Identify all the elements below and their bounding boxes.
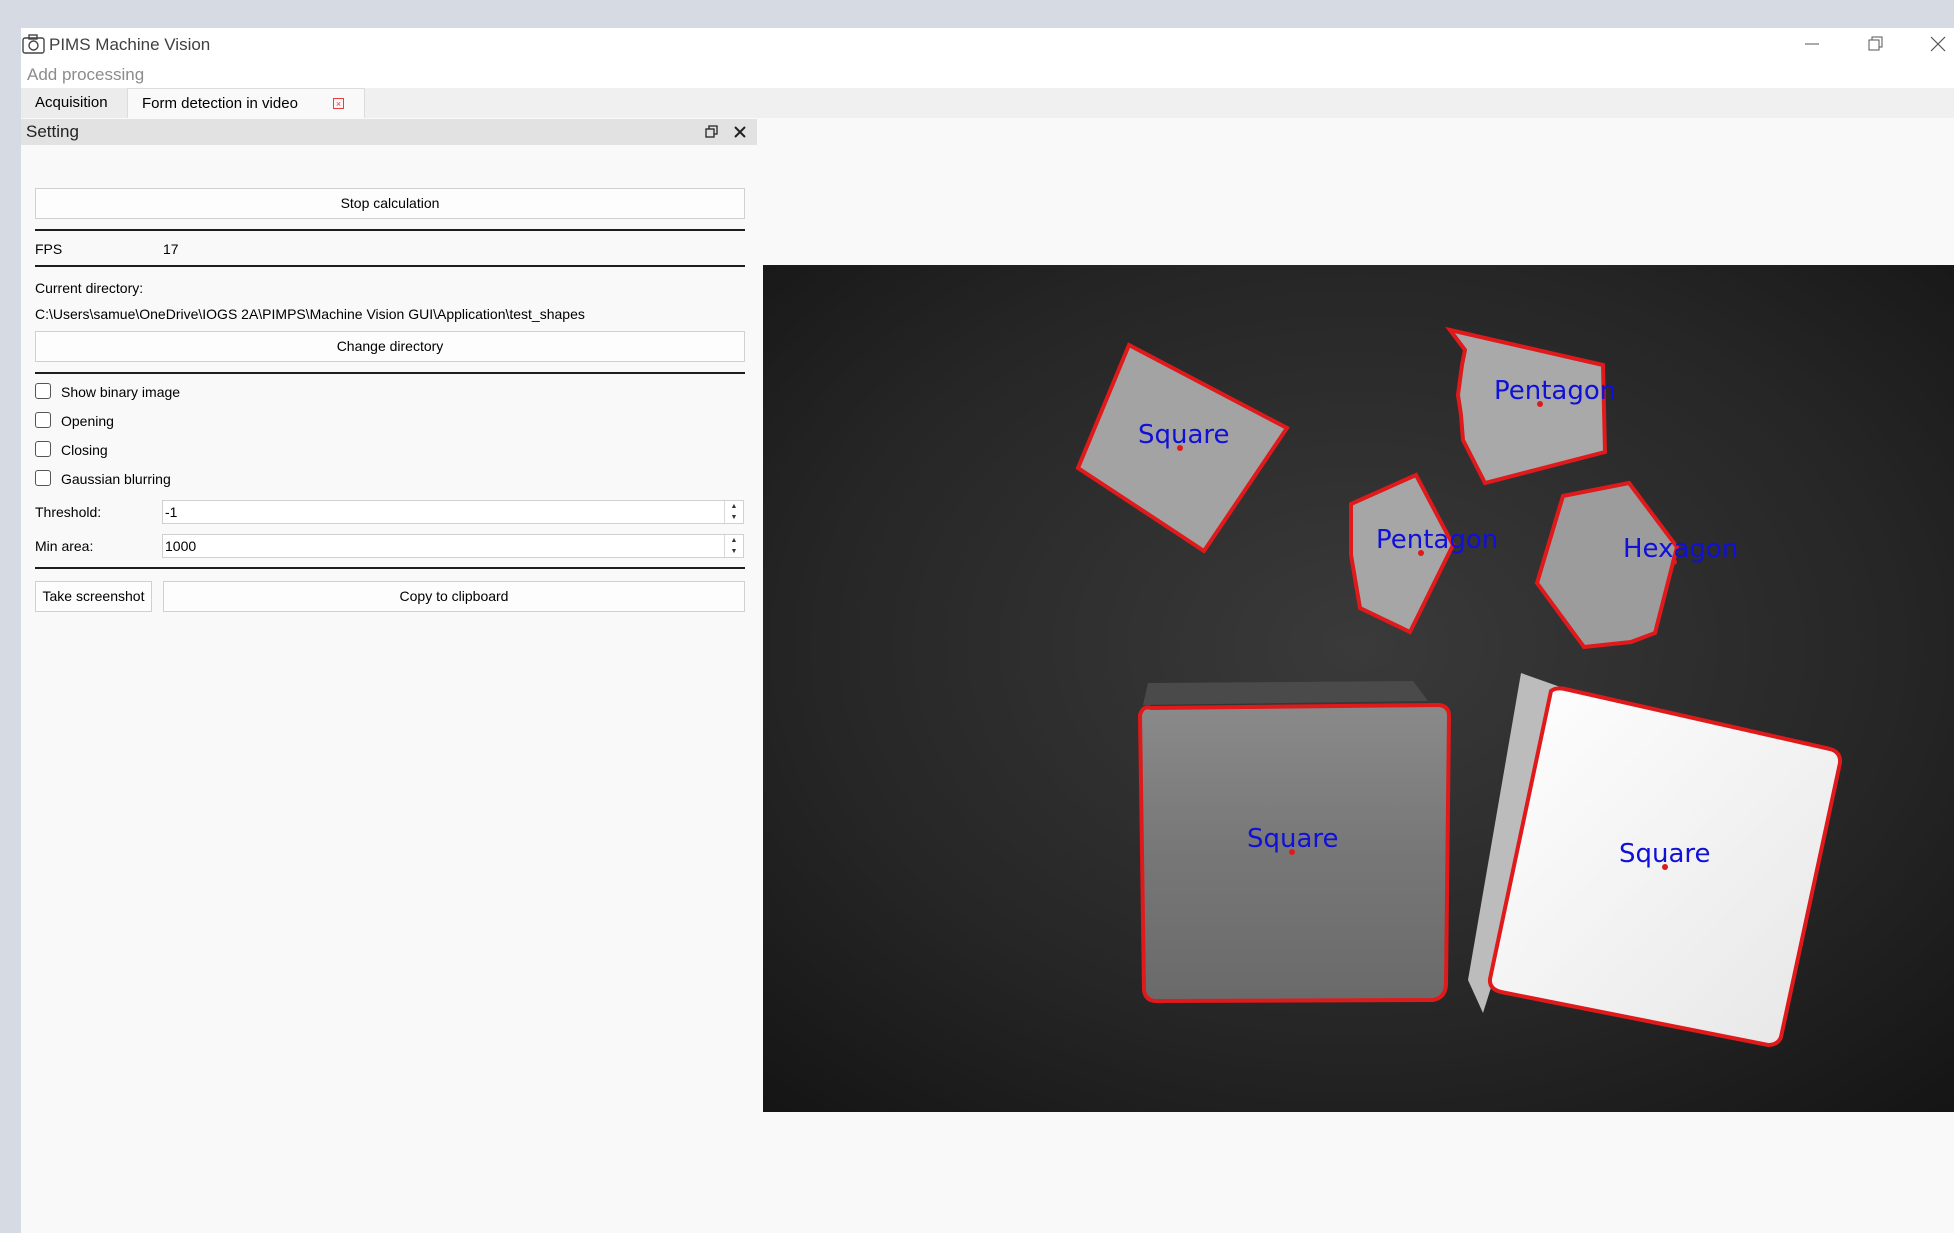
checkbox-label: Closing bbox=[61, 442, 108, 458]
divider bbox=[35, 567, 745, 569]
tab-close-icon[interactable]: × bbox=[333, 98, 344, 109]
close-panel-icon[interactable] bbox=[733, 125, 747, 139]
camera-icon bbox=[22, 34, 45, 54]
checkbox-box[interactable] bbox=[35, 470, 51, 486]
minimize-icon[interactable] bbox=[1801, 33, 1823, 55]
detection-label: Square bbox=[1247, 824, 1339, 854]
divider bbox=[35, 265, 745, 267]
detection-label: Pentagon bbox=[1494, 376, 1616, 406]
min-area-value[interactable]: 1000 bbox=[165, 538, 196, 554]
tab-label: Acquisition bbox=[35, 94, 108, 111]
divider bbox=[35, 372, 745, 374]
threshold-spinbox[interactable]: -1 ▲ ▼ bbox=[162, 500, 744, 524]
tab-label: Form detection in video bbox=[142, 95, 298, 112]
stop-calculation-button[interactable]: Stop calculation bbox=[35, 188, 745, 219]
spin-down-icon[interactable]: ▼ bbox=[725, 546, 743, 557]
directory-label: Current directory: bbox=[35, 280, 144, 296]
threshold-label: Threshold: bbox=[35, 504, 102, 520]
tab-acquisition[interactable]: Acquisition bbox=[21, 88, 127, 118]
min-area-label: Min area: bbox=[35, 538, 94, 554]
spin-up-icon[interactable]: ▲ bbox=[725, 501, 743, 512]
menu-add-processing[interactable]: Add processing bbox=[27, 65, 144, 85]
checkbox-label: Show binary image bbox=[61, 384, 181, 400]
change-directory-button[interactable]: Change directory bbox=[35, 331, 745, 362]
tab-form-detection[interactable]: Form detection in video × bbox=[127, 88, 365, 118]
panel-title: Setting bbox=[26, 122, 79, 141]
window-title: PIMS Machine Vision bbox=[49, 35, 211, 54]
min-area-spinbox[interactable]: 1000 ▲ ▼ bbox=[162, 534, 744, 558]
directory-path: C:\Users\samue\OneDrive\IOGS 2A\PIMPS\Ma… bbox=[35, 306, 585, 322]
fps-value: 17 bbox=[163, 241, 179, 257]
checkbox-box[interactable] bbox=[35, 383, 51, 399]
spin-buttons: ▲ ▼ bbox=[724, 535, 743, 557]
take-screenshot-button[interactable]: Take screenshot bbox=[35, 581, 152, 612]
divider bbox=[35, 229, 745, 231]
checkbox-box[interactable] bbox=[35, 412, 51, 428]
copy-to-clipboard-button[interactable]: Copy to clipboard bbox=[163, 581, 745, 612]
title-bar: PIMS Machine Vision Add processing bbox=[21, 28, 1954, 88]
checkbox-label: Gaussian blurring bbox=[61, 471, 171, 487]
spin-buttons: ▲ ▼ bbox=[724, 501, 743, 523]
tab-bar: Acquisition Form detection in video × bbox=[21, 88, 1954, 118]
close-window-icon[interactable] bbox=[1927, 33, 1949, 55]
setting-panel-header: Setting bbox=[21, 119, 757, 146]
fps-label: FPS bbox=[35, 241, 63, 257]
detection-label: Square bbox=[1138, 420, 1230, 450]
detection-label: Square bbox=[1619, 839, 1711, 869]
detection-label: Pentagon bbox=[1376, 525, 1498, 555]
float-panel-icon[interactable] bbox=[705, 125, 719, 139]
app-window: PIMS Machine Vision Add processing Acqui… bbox=[21, 28, 1954, 1233]
checkbox-box[interactable] bbox=[35, 441, 51, 457]
cube-side-shade bbox=[1143, 681, 1428, 705]
threshold-value[interactable]: -1 bbox=[165, 504, 177, 520]
spin-down-icon[interactable]: ▼ bbox=[725, 512, 743, 523]
video-frame-image: Square Pentagon Pentagon Hexagon Square … bbox=[763, 265, 1954, 1112]
restore-icon[interactable] bbox=[1864, 33, 1886, 55]
spin-up-icon[interactable]: ▲ bbox=[725, 535, 743, 546]
video-frame: Square Pentagon Pentagon Hexagon Square … bbox=[763, 265, 1954, 1112]
setting-panel: Stop calculation FPS 17 Current director… bbox=[21, 145, 759, 1233]
detection-label: Hexagon bbox=[1623, 534, 1738, 564]
checkbox-label: Opening bbox=[61, 413, 114, 429]
